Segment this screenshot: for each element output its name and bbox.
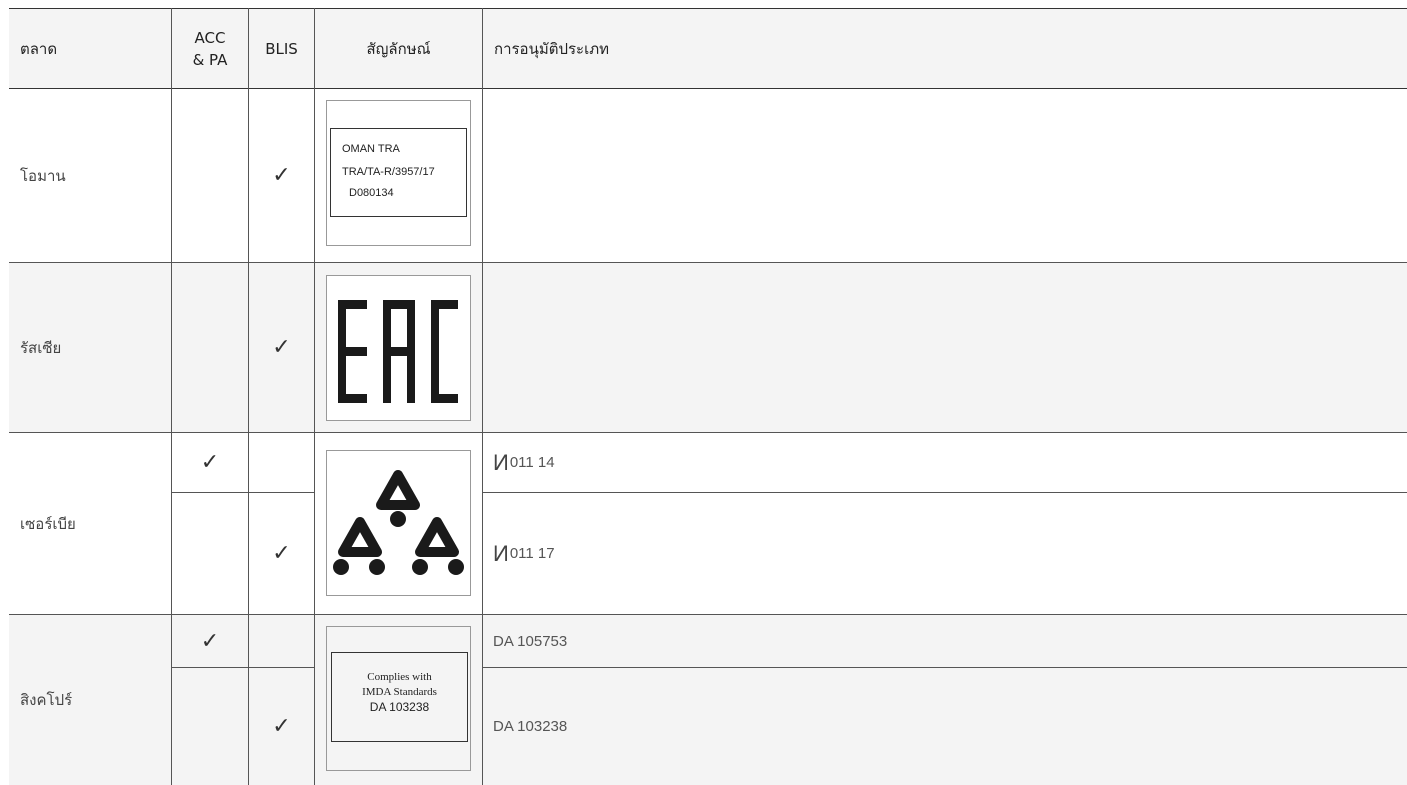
approval-serbia-blis: И 011 17 [493, 540, 555, 566]
serbia-logo [326, 450, 471, 596]
header-blis: BLIS [265, 39, 298, 58]
blis-check-oman: ✓ [272, 163, 291, 188]
acc-pa-check-serbia: ✓ [200, 450, 220, 475]
acc-pa-check-singapore: ✓ [200, 628, 220, 654]
header-acc-pa: ACC & PA [192, 28, 228, 69]
oman-tra-logo: OMAN TRA TRA/TA-R/3957/17 D080134 [326, 100, 471, 246]
col-divider [314, 8, 315, 785]
serbia-triangles-icon [333, 470, 464, 575]
header-symbol: สัญลักษณ์ [366, 39, 431, 58]
eac-mark-icon [338, 300, 458, 403]
header-market: ตลาด [20, 39, 58, 58]
approval-singapore-acc: DA 105753 [493, 632, 568, 650]
row-divider [9, 262, 1407, 263]
blis-check-russia: ✓ [272, 335, 291, 360]
header-bottom-border [9, 88, 1407, 89]
approval-table: ตลาด ACC & PA BLIS สัญลักษณ์ การอนุมัติป… [0, 0, 1407, 785]
country-oman: โอมาน [20, 166, 66, 185]
eac-logo [326, 275, 471, 421]
blis-check-singapore: ✓ [272, 714, 291, 739]
col-divider [171, 8, 172, 785]
country-singapore: สิงคโปร์ [20, 691, 73, 709]
approval-serbia-acc: И 011 14 [493, 449, 555, 475]
blis-check-serbia: ✓ [272, 541, 291, 566]
country-serbia: เซอร์เบีย [20, 514, 76, 533]
imda-logo: Complies with IMDA Standards DA 103238 [326, 626, 471, 771]
russia-row-bg [9, 263, 1407, 432]
header-approval: การอนุมัติประเภท [494, 39, 609, 58]
approval-singapore-blis: DA 103238 [493, 718, 568, 735]
country-russia: รัสเซีย [20, 338, 62, 357]
